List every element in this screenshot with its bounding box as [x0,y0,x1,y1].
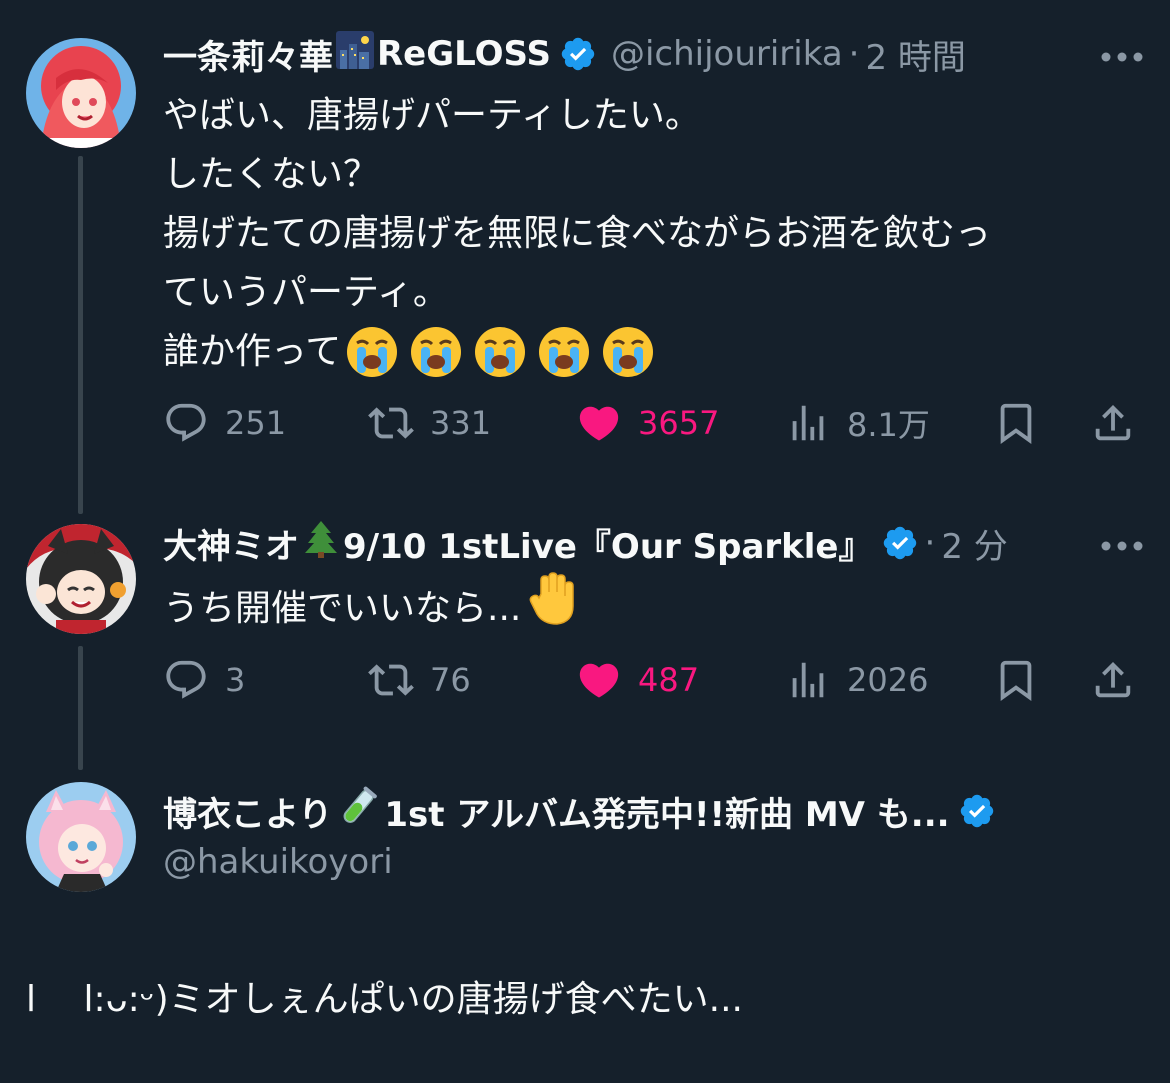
text-line: やばい、唐揚げパーティしたい。 [163,95,701,136]
like-count: 487 [638,661,700,699]
retweet-button[interactable]: 331 [368,399,491,447]
reply-count: 251 [225,404,287,442]
retweet-icon [368,664,414,696]
heart-filled-icon [579,663,619,698]
like-count: 3657 [638,404,720,442]
avatar-ririka[interactable] [26,38,136,148]
verified-badge-icon [559,35,597,73]
thread-line [78,156,83,514]
retweet-count: 331 [430,404,492,442]
raised-hand-emoji-icon [527,572,579,644]
reply-button[interactable]: 251 [163,399,286,447]
handle[interactable]: @hakuikoyori [163,842,393,882]
text-line: したくない？ [163,154,380,195]
reply-count: 3 [225,661,246,699]
display-name[interactable]: 一条莉々華 [163,30,333,79]
display-name-suffix[interactable]: 9/10 1stLive『Our Sparkle』 [343,519,873,568]
thread-line [78,646,83,770]
handle[interactable]: @ichijouririka [611,34,843,74]
share-button[interactable] [1090,656,1136,704]
more-options-icon[interactable] [1100,48,1144,62]
timestamp[interactable]: 2 時間 [865,30,965,79]
tweet-text: うち開催でいいなら... [163,572,579,644]
tweet-header: 一条莉々華 ReGLOSS @ichijouririka · 2 時間 [163,30,966,78]
action-bar: 3 76 487 2026 [163,656,1143,704]
reply-icon [166,660,206,699]
text-line-content: 誰か作って [163,331,342,372]
views-button[interactable]: 8.1万 [785,399,930,447]
display-name-suffix[interactable]: 1st アルバム発売中!!新曲 MV も... [384,787,949,836]
analytics-icon [792,662,824,698]
more-options-icon[interactable] [1100,537,1144,551]
display-name[interactable]: 大神ミオ [163,519,299,568]
bookmark-button[interactable] [993,656,1039,704]
bookmark-icon [1000,660,1032,701]
retweet-icon [368,407,414,439]
separator-dot: · [924,523,936,563]
timestamp[interactable]: 2 分 [941,519,1007,568]
tweet-text: やばい、唐揚げパーティしたい。 したくない？ 揚げたての唐揚げを無限に食べながら… [163,86,991,381]
test-tube-emoji-icon [336,785,380,838]
avatar-koyori[interactable] [26,782,136,892]
verified-badge-icon [881,524,919,562]
text-line: 揚げたての唐揚げを無限に食べながらお酒を飲むっ [163,213,992,254]
text-line: うち開催でいいなら... [163,572,579,644]
retweet-count: 76 [430,661,471,699]
views-count: 8.1万 [847,406,930,444]
analytics-icon [792,405,824,441]
separator-dot: · [848,34,860,74]
heart-filled-icon [579,406,619,441]
text-line: ていうパーティ。 [163,272,449,313]
night-city-emoji-icon [335,30,375,79]
avatar-mio[interactable] [26,524,136,634]
views-button[interactable]: 2026 [785,656,928,704]
like-button[interactable]: 487 [576,656,699,704]
text-line: 誰か作って [163,322,991,381]
text-line-content: うち開催でいいなら... [163,587,522,629]
display-name-suffix[interactable]: ReGLOSS [377,34,551,74]
crying-face-emoji-icon [345,325,655,379]
evergreen-tree-emoji-icon [303,519,339,568]
reply-button[interactable]: 3 [163,656,245,704]
display-name[interactable]: 博衣こより [163,787,332,836]
reply-icon [166,403,206,442]
bookmark-icon [1000,403,1032,444]
share-icon [1095,404,1131,441]
share-icon [1095,661,1131,698]
retweet-button[interactable]: 76 [368,656,471,704]
tweet-text: l l:ᴗ:ᵕ)ミオしぇんぱいの唐揚げ食べたい... [26,979,743,1020]
share-button[interactable] [1090,399,1136,447]
views-count: 2026 [847,661,929,699]
verified-badge-icon [958,792,996,830]
tweet-header: 大神ミオ 9/10 1stLive『Our Sparkle』 · 2 分 [163,519,1008,567]
bookmark-button[interactable] [993,399,1039,447]
like-button[interactable]: 3657 [576,399,719,447]
action-bar: 251 331 3657 8.1万 [163,399,1143,447]
tweet-header: 博衣こより 1st アルバム発売中!!新曲 MV も... [163,785,996,838]
